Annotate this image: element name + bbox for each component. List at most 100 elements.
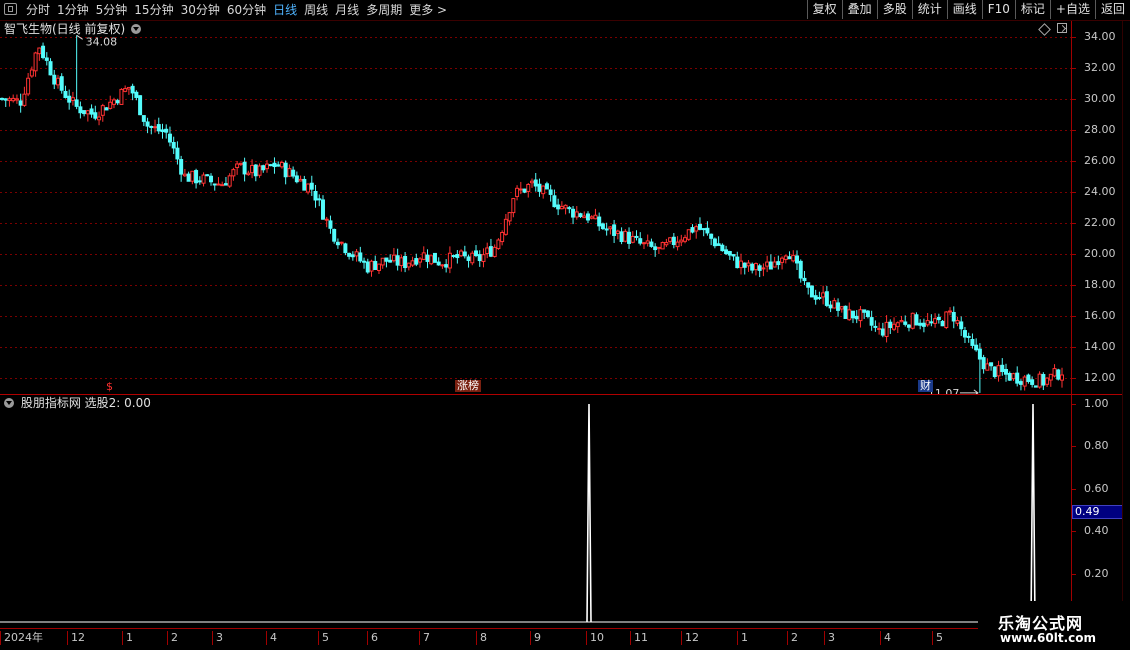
candle	[940, 319, 945, 327]
window-icon[interactable]	[4, 3, 17, 15]
toolbar-button-6[interactable]: 标记	[1014, 0, 1050, 19]
price-chart[interactable]: 34.08 11.07 智飞生物(日线 前复权)	[0, 21, 1071, 394]
candle	[809, 285, 814, 298]
date-tick-12: 11	[630, 631, 648, 645]
candle	[1048, 373, 1053, 387]
candle	[496, 238, 501, 250]
candle	[302, 175, 307, 191]
candle	[623, 229, 628, 243]
event-marker-dollar[interactable]: $	[104, 381, 115, 393]
candle	[205, 174, 210, 177]
candle	[1052, 364, 1057, 378]
event-marker-zhangbang[interactable]: 涨榜	[455, 380, 481, 392]
candle	[100, 103, 105, 122]
candle	[220, 181, 225, 187]
candle	[739, 253, 744, 275]
tab-period-7[interactable]: 周线	[304, 0, 328, 20]
candle	[44, 52, 49, 66]
tab-period-10[interactable]: 更多 >	[409, 0, 447, 20]
candle	[123, 85, 128, 93]
date-tick-11: 10	[586, 631, 604, 645]
candle	[347, 252, 352, 260]
candle	[694, 224, 699, 239]
tab-period-6[interactable]: 日线	[273, 0, 297, 20]
candle	[600, 222, 605, 231]
toolbar-button-7[interactable]: +自选	[1049, 0, 1095, 19]
candle	[802, 270, 807, 286]
candle	[26, 73, 31, 97]
candle	[668, 237, 673, 244]
date-tick-13: 12	[681, 631, 699, 645]
candle	[403, 252, 408, 273]
candle	[492, 244, 497, 258]
tab-period-0[interactable]: 分时	[26, 0, 50, 20]
candle	[992, 366, 997, 379]
price-tick-11: 12.00	[1072, 371, 1116, 385]
candle	[873, 320, 878, 332]
candle	[388, 254, 393, 263]
price-tick-2: 30.00	[1072, 91, 1116, 105]
candle	[209, 173, 214, 186]
toolbar-button-2[interactable]: 多股	[876, 0, 912, 19]
candle	[962, 326, 967, 344]
candle	[664, 238, 669, 248]
candle	[470, 250, 475, 266]
candle	[85, 110, 90, 122]
candle	[11, 94, 16, 103]
chevron-down-icon[interactable]	[4, 398, 14, 408]
candle	[850, 310, 855, 324]
candle	[164, 124, 169, 139]
toolbar-button-3[interactable]: 统计	[911, 0, 947, 19]
toolbar-button-8[interactable]: 返回	[1094, 0, 1130, 19]
candle	[70, 91, 75, 106]
toolbar-button-0[interactable]: 复权	[806, 0, 842, 19]
candle	[582, 211, 587, 219]
candle	[910, 312, 915, 330]
candle	[1060, 367, 1064, 388]
candle	[597, 212, 602, 231]
tab-period-8[interactable]: 月线	[335, 0, 359, 20]
candle	[914, 312, 919, 326]
candle	[892, 317, 897, 332]
candle	[93, 105, 98, 121]
tab-period-2[interactable]: 5分钟	[96, 0, 128, 20]
toolbar-button-4[interactable]: 画线	[946, 0, 982, 19]
price-tick-1: 32.00	[1072, 60, 1116, 74]
candle	[948, 307, 953, 316]
tab-period-5[interactable]: 60分钟	[227, 0, 266, 20]
tab-period-3[interactable]: 15分钟	[134, 0, 173, 20]
toolbar-button-5[interactable]: F10	[981, 0, 1015, 19]
candle	[14, 94, 19, 104]
candle	[201, 172, 206, 187]
indicator-plot	[0, 403, 1071, 623]
event-marker-finance[interactable]: 财	[918, 380, 933, 392]
indicator-chart[interactable]: 股朋指标网 选股2: 0.00	[0, 395, 1071, 628]
candle	[656, 246, 661, 255]
candle	[328, 215, 333, 234]
candle	[1056, 368, 1061, 381]
candle	[690, 224, 695, 234]
expand-icon[interactable]	[1057, 23, 1067, 33]
chevron-down-icon[interactable]	[131, 24, 142, 34]
candle	[585, 211, 590, 224]
candle	[511, 197, 516, 218]
candle	[589, 215, 594, 220]
candle	[3, 98, 8, 107]
candle	[985, 358, 990, 371]
tab-period-4[interactable]: 30分钟	[181, 0, 220, 20]
indicator-label: 股朋指标网 选股2: 0.00	[20, 396, 151, 410]
candle	[806, 282, 811, 295]
candle	[627, 227, 632, 249]
tab-period-1[interactable]: 1分钟	[57, 0, 89, 20]
candle	[466, 254, 471, 268]
candle	[608, 226, 613, 235]
date-tick-10: 9	[530, 631, 541, 645]
candle	[354, 249, 359, 262]
candle	[634, 230, 639, 241]
candle	[358, 246, 363, 263]
candle	[235, 160, 240, 175]
candle	[231, 167, 236, 181]
toolbar-button-1[interactable]: 叠加	[841, 0, 877, 19]
tab-period-9[interactable]: 多周期	[366, 0, 402, 20]
candle	[727, 250, 732, 260]
